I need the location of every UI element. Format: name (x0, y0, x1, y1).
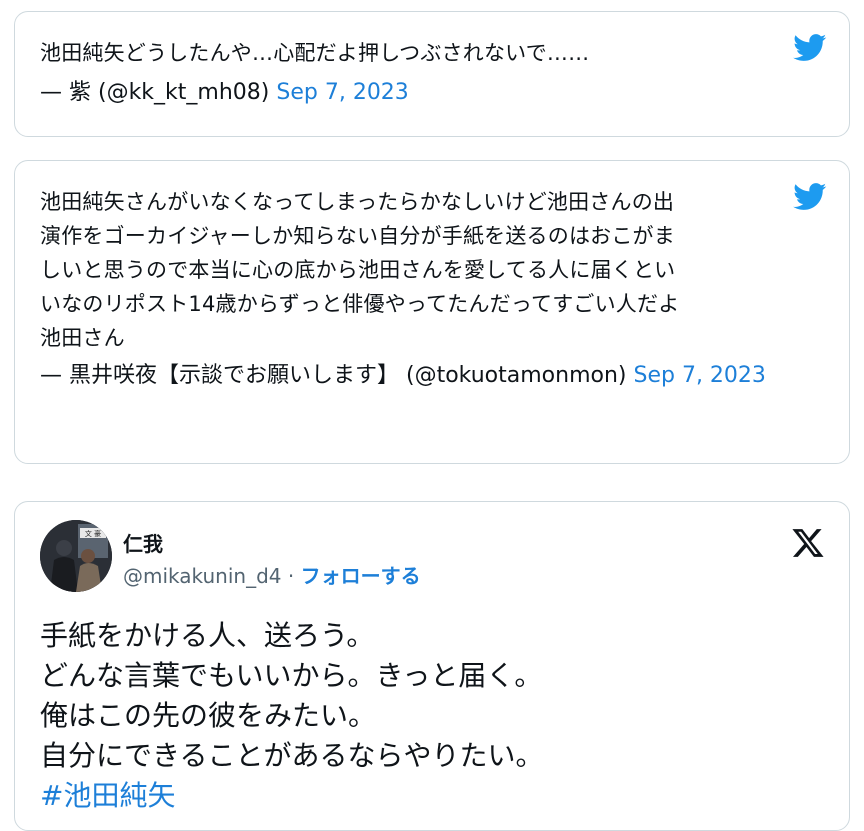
tweet-card-2: 池田純矢さんがいなくなってしまったらかなしいけど池田さんの出 演作をゴーカイジャ… (14, 160, 850, 464)
tweet-text: 池田純矢さんがいなくなってしまったらかなしいけど池田さんの出 演作をゴーカイジャ… (40, 190, 680, 350)
tweet-attribution: — 紫 (@kk_kt_mh08) Sep 7, 2023 (40, 74, 800, 112)
twitter-bird-icon[interactable] (793, 183, 827, 211)
tweet-card-1: 池田純矢どうしたんや…心配だよ押しつぶされないで…… — 紫 (@kk_kt_m… (14, 11, 850, 137)
post-line: どんな言葉でもいいから。きっと届く。 (40, 659, 543, 692)
author-handle-line: @mikakunin_d4 · フォローする (123, 560, 421, 589)
x-logo-icon[interactable] (791, 526, 825, 560)
follow-button[interactable]: フォローする (301, 564, 421, 588)
avatar[interactable]: 文 豪 (40, 520, 112, 592)
twitter-bird-icon[interactable] (793, 34, 827, 62)
post-line: 俺はこの先の彼をみたい。 (40, 699, 377, 732)
tweet-author: — 紫 (@kk_kt_mh08) (40, 80, 270, 105)
author-handle[interactable]: @mikakunin_d4 (123, 564, 282, 588)
tweet-attribution: — 黒井咲夜【示談でお願いします】 (@tokuotamonmon) Sep 7… (40, 357, 800, 395)
post-body: 手紙をかける人、送ろう。 どんな言葉でもいいから。きっと届く。 俺はこの先の彼を… (40, 616, 543, 816)
avatar-text: 文 豪 (85, 529, 101, 538)
author-name[interactable]: 仁我 (123, 528, 163, 557)
hashtag-link[interactable]: #池田純矢 (40, 776, 543, 816)
tweet-date-link[interactable]: Sep 7, 2023 (633, 363, 765, 388)
post-line: 手紙をかける人、送ろう。 (40, 619, 375, 652)
post-line: 自分にできることがあるならやりたい。 (40, 739, 544, 772)
embedded-post-card: 文 豪 仁我 @mikakunin_d4 · フォローする 手紙をかける人、送ろ… (14, 501, 850, 831)
tweet-text: 池田純矢どうしたんや…心配だよ押しつぶされないで…… (40, 41, 590, 65)
separator: · (281, 564, 301, 588)
tweet-author: — 黒井咲夜【示談でお願いします】 (@tokuotamonmon) (40, 363, 627, 388)
tweet-date-link[interactable]: Sep 7, 2023 (276, 80, 408, 105)
